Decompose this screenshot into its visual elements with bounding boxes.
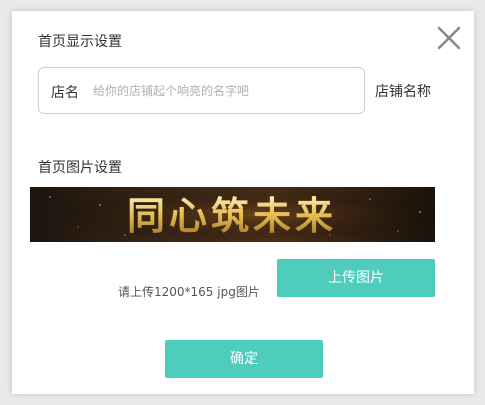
shop-name-label: 店名 [51,85,79,101]
shop-name-side-label: 店铺名称 [375,84,431,100]
banner-image: 同心筑未来 [30,187,435,242]
upload-image-button[interactable]: 上传图片 [277,259,435,297]
settings-dialog: 首页显示设置 店名 店铺名称 首页图片设置 [12,11,474,394]
shop-name-input[interactable] [93,80,353,102]
homepage-image-title: 首页图片设置 [38,160,122,176]
close-icon[interactable] [437,26,461,50]
shop-name-input-box: 店名 [38,67,365,114]
upload-hint: 请上传1200*165 jpg图片 [118,285,260,299]
homepage-display-title: 首页显示设置 [38,34,122,50]
banner-text: 同心筑未来 [127,193,337,238]
confirm-button[interactable]: 确定 [165,340,323,378]
